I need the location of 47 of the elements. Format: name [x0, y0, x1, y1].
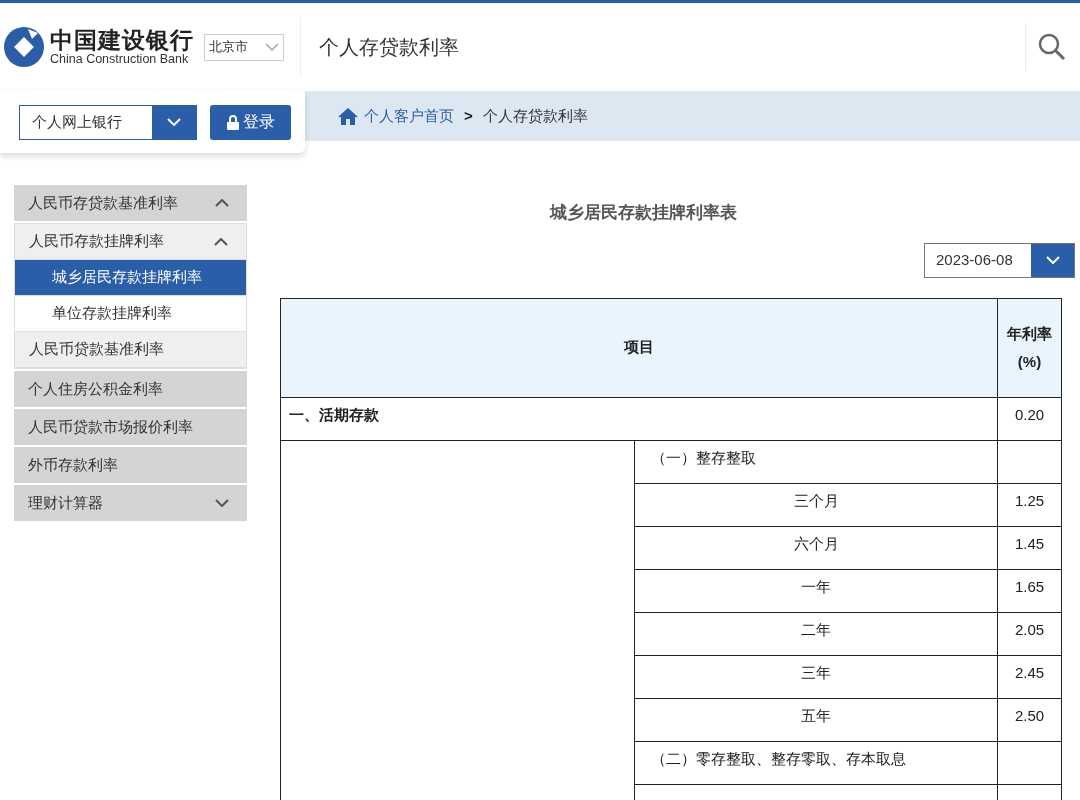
table-cell: 六个月	[634, 526, 998, 569]
table-cell: 1.45	[997, 526, 1062, 569]
date-select[interactable]: 2023-06-08	[924, 242, 1075, 278]
table-cell: 一、活期存款	[280, 397, 998, 440]
table-cell: （一）整存整取	[634, 440, 998, 483]
sidebar-item[interactable]: 理财计算器	[14, 485, 247, 521]
breadcrumb-link[interactable]: 个人客户首页	[338, 104, 454, 128]
lock-icon	[226, 114, 239, 130]
table-cell: 2.45	[997, 655, 1062, 698]
table-cell: 三个月	[634, 483, 998, 526]
logo-icon	[4, 27, 44, 67]
home-icon	[338, 107, 358, 125]
table-cell: 1.25	[997, 483, 1062, 526]
channel-select[interactable]: 个人网上银行	[19, 104, 197, 140]
column-header: 年利率(%)	[997, 298, 1062, 397]
chevron-up-icon	[215, 199, 229, 207]
table-cell: 0.20	[997, 397, 1062, 440]
bank-name: 中国建设银行	[50, 28, 194, 52]
table-cell: （二）零存整取、整存零取、存本取息	[634, 741, 998, 784]
table-cell: 二年	[634, 612, 998, 655]
bank-name-english: China Construction Bank	[50, 52, 189, 66]
chevron-down-icon	[1045, 256, 1060, 264]
chevron-down-icon	[167, 118, 181, 126]
breadcrumb-current: 个人存贷款利率	[482, 105, 588, 126]
table-cell: 一年	[634, 569, 998, 612]
table-title: 城乡居民存款挂牌利率表	[549, 202, 737, 224]
region-select[interactable]: 北京市	[204, 33, 284, 61]
chevron-down-icon	[265, 43, 279, 51]
search-icon[interactable]	[1038, 33, 1066, 61]
table-cell: 三年	[634, 655, 998, 698]
sidebar-item[interactable]: 人民币贷款基准利率	[15, 332, 246, 368]
column-header: 项目	[280, 298, 998, 397]
breadcrumb-separator: >	[464, 105, 473, 126]
sidebar-item[interactable]: 个人住房公积金利率	[14, 371, 247, 407]
sidebar-item[interactable]: 人民币存贷款基准利率	[14, 185, 247, 221]
table-cell: 2.50	[997, 698, 1062, 741]
sidebar-item[interactable]: 外币存款利率	[14, 447, 247, 483]
page-title: 个人存贷款利率	[319, 35, 459, 60]
sidebar-item[interactable]: 城乡居民存款挂牌利率	[15, 260, 246, 296]
table-cell: 2.05	[997, 612, 1062, 655]
sidebar-item[interactable]: 人民币存款挂牌利率	[15, 224, 246, 260]
sidebar-item[interactable]: 人民币贷款市场报价利率	[14, 409, 247, 445]
chevron-down-icon	[215, 499, 229, 507]
login-button[interactable]: 登录	[210, 104, 291, 140]
table-cell: 1.65	[997, 569, 1062, 612]
table-cell: 五年	[634, 698, 998, 741]
chevron-up-icon	[214, 237, 228, 246]
